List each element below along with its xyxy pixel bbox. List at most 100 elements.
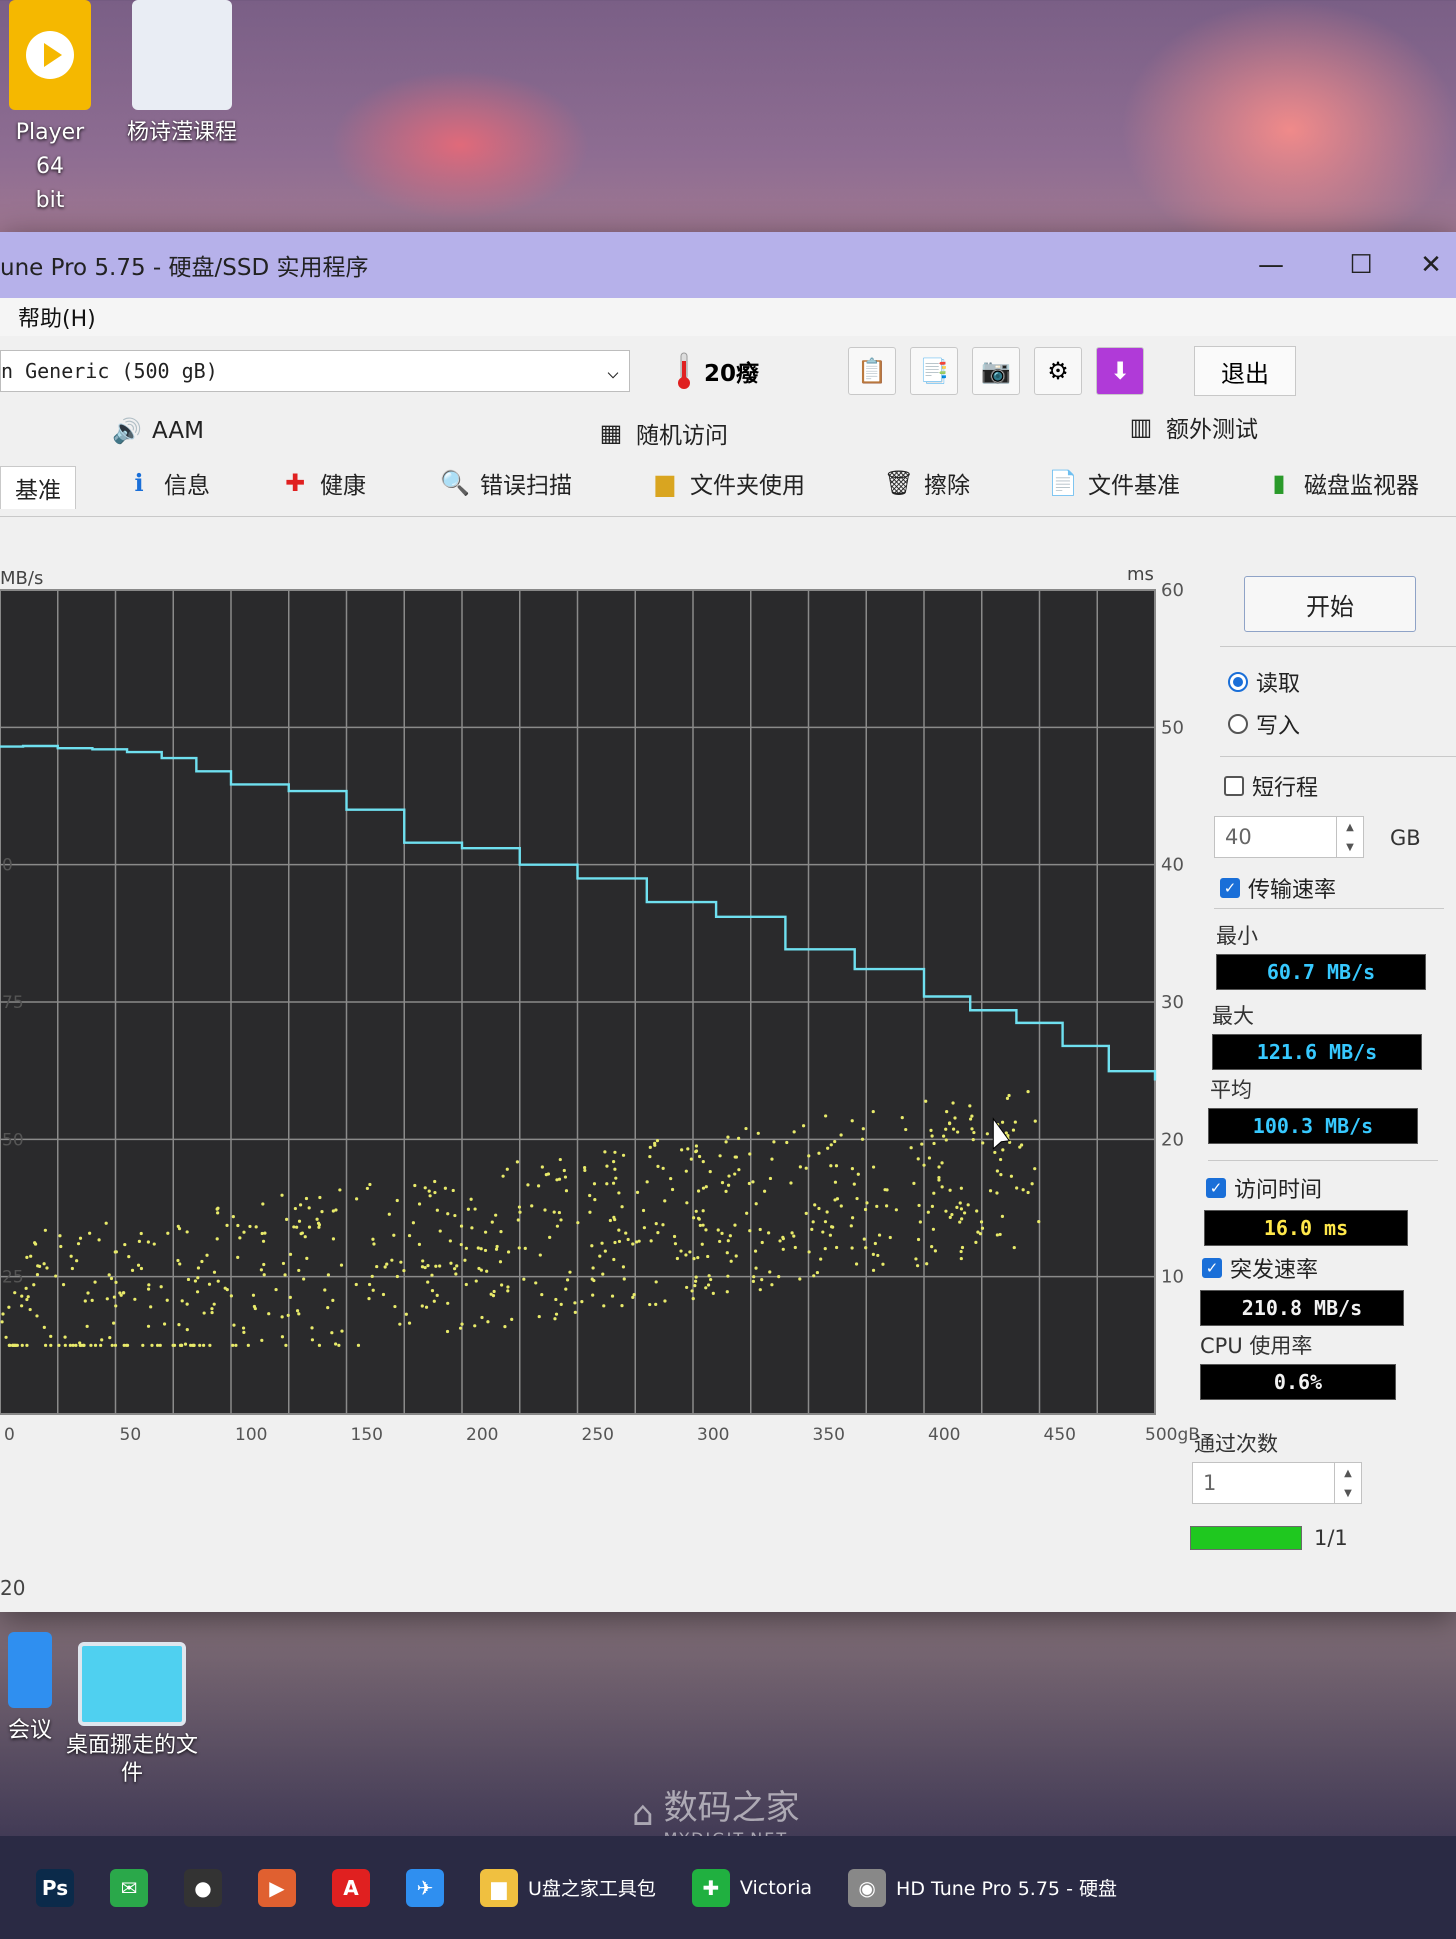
access-time-point	[297, 1268, 301, 1273]
tab-info[interactable]: ℹ 信息	[124, 466, 210, 500]
access-time-point	[817, 1151, 821, 1155]
access-time-point	[953, 1116, 957, 1120]
access-time-point	[839, 1133, 843, 1137]
acrobat-icon: A	[332, 1868, 370, 1907]
copy-all-button[interactable]: 📑	[910, 347, 958, 395]
access-time-point	[133, 1297, 137, 1301]
screenshot-button[interactable]: 📷	[972, 347, 1020, 395]
write-option[interactable]: 写入	[1228, 708, 1300, 740]
access-time-point	[202, 1311, 206, 1315]
access-time-point	[612, 1160, 616, 1164]
spinner-arrows[interactable]: ▲ ▼	[1336, 817, 1363, 857]
options-button[interactable]: ⚙	[1034, 347, 1082, 395]
tab-file-benchmark[interactable]: 📄 文件基准	[1048, 466, 1180, 500]
minimize-button[interactable]: —	[1226, 250, 1316, 280]
access-time-point	[42, 1325, 46, 1329]
access-time-point	[590, 1244, 594, 1248]
access-time-point	[82, 1343, 86, 1347]
access-time-point	[956, 1130, 960, 1134]
folder-icon: ▆	[480, 1868, 518, 1907]
burst-rate-option[interactable]: ✓ 突发速率	[1202, 1252, 1318, 1284]
access-time-point	[285, 1217, 289, 1221]
access-time-point	[685, 1285, 689, 1290]
tab-health[interactable]: ✚ 健康	[280, 466, 366, 500]
spinner-arrows[interactable]: ▲ ▼	[1334, 1463, 1361, 1503]
access-time-point	[747, 1181, 751, 1186]
tab-extra-tests[interactable]: ▥ 额外测试	[1126, 410, 1258, 444]
read-option[interactable]: 读取	[1228, 666, 1300, 698]
menu-help[interactable]: 帮助(H)	[18, 301, 96, 333]
access-time-point	[334, 1342, 338, 1346]
desktop-icon-moved-files[interactable]: 桌面挪走的文 件	[62, 1642, 202, 1788]
tab-disk-monitor[interactable]: ▮ 磁盘监视器	[1264, 466, 1419, 500]
access-time-point	[123, 1242, 127, 1247]
access-time-point	[176, 1224, 180, 1228]
chart-plot: 0 50 100 150 200 250 300 350 400 450 500gB10203040…	[0, 580, 1200, 1445]
access-time-point	[159, 1285, 163, 1289]
tab-benchmark[interactable]: 基准	[0, 466, 76, 509]
access-time-point	[125, 1343, 130, 1347]
access-time-point	[770, 1283, 774, 1287]
access-time-option[interactable]: ✓ 访问时间	[1206, 1172, 1322, 1204]
close-button[interactable]: ✕	[1406, 250, 1456, 280]
access-time-point	[614, 1176, 618, 1180]
watermark-main: 数码之家	[663, 1788, 800, 1828]
access-time-point	[24, 1286, 28, 1290]
short-stroke-option[interactable]: 短行程	[1224, 770, 1318, 802]
access-time-point	[944, 1209, 948, 1213]
taskbar-item[interactable]: A	[332, 1868, 370, 1907]
tab-error-scan[interactable]: 🔍 错误扫描	[440, 466, 572, 500]
desktop-icon-meeting[interactable]: 会议	[0, 1632, 60, 1748]
taskbar-item[interactable]: ▆ U盘之家工具包	[480, 1868, 656, 1907]
tab-aam[interactable]: 🔊 AAM	[112, 416, 204, 446]
access-time-point	[185, 1302, 189, 1306]
taskbar-item[interactable]: Ps	[36, 1868, 74, 1907]
y-right-tick-label: 50	[1161, 717, 1184, 738]
access-time-point	[150, 1343, 154, 1347]
taskbar-item[interactable]: ✉	[110, 1868, 148, 1907]
tab-random-access[interactable]: ▦ 随机访问	[596, 416, 728, 450]
access-time-point	[430, 1289, 435, 1293]
access-time-point	[751, 1180, 755, 1184]
access-time-point	[451, 1188, 455, 1193]
desktop-icon-course[interactable]: 杨诗滢课程	[112, 0, 252, 150]
tab-strip: 🔊 AAM ▦ 随机访问 ▥ 额外测试 基准 ℹ 信息 ✚ 健康 🔍 错误扫描 …	[0, 406, 1456, 517]
taskbar: Ps ✉ ● ▶ A ✈ ▆ U盘之家工具包 ✚ Victoria ◉ HD Tune Pro 5.7…	[0, 1836, 1456, 1939]
bar-chart-icon: ▮	[1272, 469, 1286, 497]
taskbar-item[interactable]: ◉ HD Tune Pro 5.75 - 硬盘	[848, 1868, 1117, 1907]
maximize-button[interactable]: ☐	[1316, 250, 1406, 280]
access-time-point	[212, 1302, 216, 1306]
access-time-point	[748, 1229, 752, 1233]
divider	[1208, 1160, 1438, 1161]
tab-erase[interactable]: 🗑 擦除	[884, 466, 970, 500]
copy-button[interactable]: 📋	[848, 347, 896, 395]
desktop-icon-player[interactable]: Player 64 bit	[0, 0, 100, 218]
access-time-point	[1011, 1128, 1016, 1132]
tab-folder-usage[interactable]: ▆ 文件夹使用	[650, 466, 805, 500]
access-time-point	[229, 1294, 233, 1298]
access-time-point	[833, 1139, 837, 1144]
passes-input[interactable]: 1 ▲ ▼	[1192, 1462, 1362, 1504]
access-time-point	[281, 1261, 286, 1266]
access-time-point	[959, 1207, 964, 1211]
taskbar-item[interactable]: ▶	[258, 1868, 296, 1907]
access-time-point	[477, 1266, 481, 1271]
access-time-point	[1015, 1186, 1019, 1190]
access-time-point	[754, 1202, 758, 1206]
drive-select[interactable]: n Generic (500 gB) ⌵	[0, 350, 630, 392]
access-time-point	[446, 1301, 450, 1305]
save-button[interactable]: ⬇	[1096, 347, 1144, 395]
access-time-point	[706, 1254, 710, 1259]
taskbar-item[interactable]: ✚ Victoria	[691, 1868, 812, 1907]
access-time-point	[254, 1225, 258, 1229]
short-stroke-input[interactable]: 40 ▲ ▼	[1214, 816, 1364, 858]
access-time-point	[798, 1277, 802, 1281]
access-time-point	[914, 1257, 918, 1261]
transfer-rate-option[interactable]: ✓ 传输速率	[1220, 872, 1336, 904]
start-button[interactable]: 开始	[1244, 576, 1416, 632]
exit-button[interactable]: 退出	[1194, 346, 1296, 396]
taskbar-item[interactable]: ●	[184, 1868, 222, 1907]
access-time-point	[864, 1246, 868, 1250]
taskbar-item[interactable]: ✈	[406, 1868, 444, 1907]
access-time-point	[146, 1287, 151, 1291]
